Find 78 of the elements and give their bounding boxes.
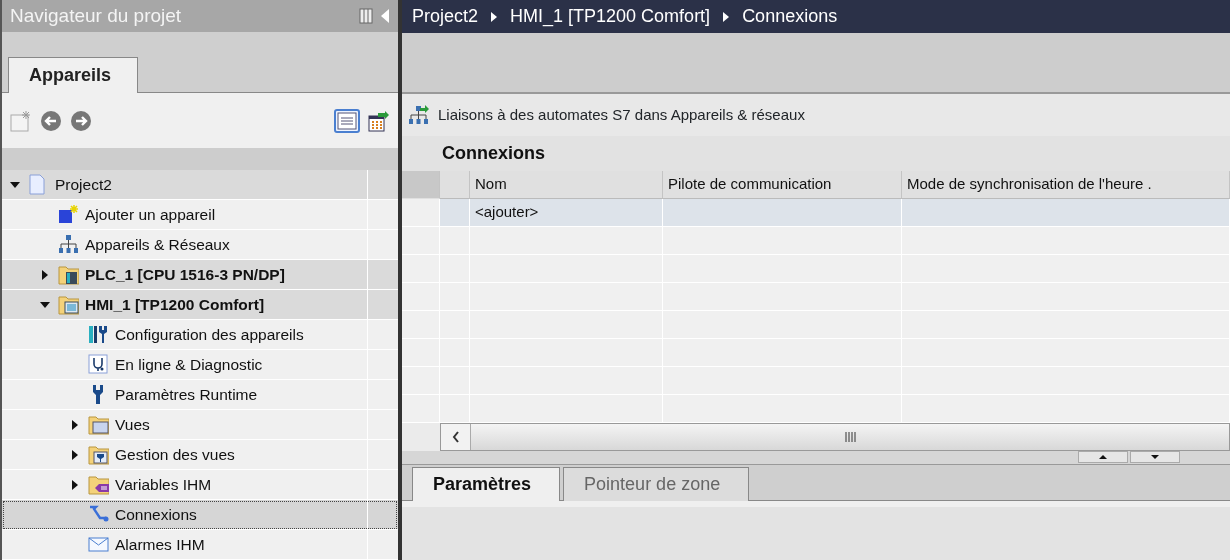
tree-item[interactable]: Gestion des vues [2,440,398,471]
panel-title: Navigateur du projet [10,3,183,28]
inspector-tab[interactable]: Paramètres [412,467,561,501]
tree-label: Variables IHM [115,474,212,495]
breadcrumb-link[interactable]: HMI_1 [TP1200 Comfort] [510,3,711,30]
table-cell [440,227,470,255]
table-cell[interactable]: <ajouter> [470,199,663,227]
section-title: Connexions [402,136,1230,171]
tree-item[interactable]: HMI_1 [TP1200 Comfort] [2,290,398,321]
forward-button[interactable] [70,109,92,132]
layout-button[interactable] [358,8,373,25]
breadcrumb-link[interactable]: Connexions [742,3,838,30]
tree-label: HMI_1 [TP1200 Comfort] [85,294,265,315]
device-wrench-icon [88,324,109,346]
table-cell [440,395,470,423]
inspector-tab[interactable]: Pointeur de zone [563,467,750,501]
columns-icon [358,8,373,25]
collapse-button[interactable] [380,8,390,25]
arrow-right-icon [70,109,92,132]
tree-label: Project2 [55,174,112,195]
caret-right-icon[interactable] [71,448,79,461]
separator-icon [490,10,499,23]
panel-tab[interactable]: Appareils [8,57,139,94]
export-button[interactable] [368,109,390,132]
folder-icon [88,474,109,496]
back-button[interactable] [40,109,62,132]
list-icon [337,111,357,130]
tree-label: Gestion des vues [115,444,235,465]
separator-icon [722,10,731,23]
document-sparkle-icon [10,109,32,132]
caret-down-icon[interactable] [39,300,51,309]
breadcrumb-link[interactable]: Project2 [412,3,479,30]
column-header[interactable]: Nom [470,171,663,199]
tree-item[interactable]: En ligne & Diagnostic [2,350,398,381]
caret-up-icon[interactable] [1098,454,1108,460]
grip-icon[interactable] [844,431,856,443]
table-cell [440,199,470,227]
folder-icon [88,414,109,436]
corner-header [402,171,440,199]
horizontal-scrollbar[interactable] [440,423,1230,451]
caret-right-icon[interactable] [71,478,79,491]
table-arrow-icon [368,109,390,132]
caret-right-icon[interactable] [41,268,49,281]
folder-icon [58,264,79,286]
column-header[interactable]: Mode de synchronisation de l'heure . [902,171,1230,199]
caret-down-icon[interactable] [9,180,21,189]
network-arrow-icon[interactable] [408,104,430,126]
tree-label: Appareils & Réseaux [85,234,230,255]
tree-label: Alarmes IHM [115,534,205,555]
new-device-icon [58,204,79,226]
tree-item[interactable]: Ajouter un appareil [2,200,398,231]
new-group-button[interactable] [10,109,32,132]
network-link[interactable]: Liaisons à des automates S7 dans Appareils & réseaux [438,103,805,127]
tree-label: Vues [115,414,150,435]
column-header[interactable]: Pilote de communication [663,171,902,199]
tree-label: Ajouter un appareil [85,204,216,225]
arrow-left-icon [40,109,62,132]
triangle-left-icon [380,8,390,25]
tree-item[interactable]: Vues [2,410,398,441]
folder-icon [58,294,79,316]
list-view-button[interactable] [334,108,360,133]
tree-label: Connexions [115,504,197,525]
caret-right-icon[interactable] [71,418,79,431]
tree-item[interactable]: Paramètres Runtime [2,380,398,411]
tree-item[interactable]: Project2 [2,170,398,201]
tree-item[interactable]: Connexions [2,500,398,531]
caret-down-icon[interactable] [1150,454,1160,460]
stethoscope-icon [88,354,109,376]
tree-label: PLC_1 [CPU 1516-3 PN/DP] [85,264,285,285]
chevron-left-icon[interactable] [451,431,460,443]
tree-label: En ligne & Diagnostic [115,354,263,375]
folder-icon [88,444,109,466]
network-icon [58,234,79,256]
tree-label: Paramètres Runtime [115,384,258,405]
tree-item[interactable]: Alarmes IHM [2,530,398,560]
tree-item[interactable]: PLC_1 [CPU 1516-3 PN/DP] [2,260,398,291]
tree-label: Configuration des appareils [115,324,304,345]
tree-item[interactable]: Configuration des appareils [2,320,398,351]
